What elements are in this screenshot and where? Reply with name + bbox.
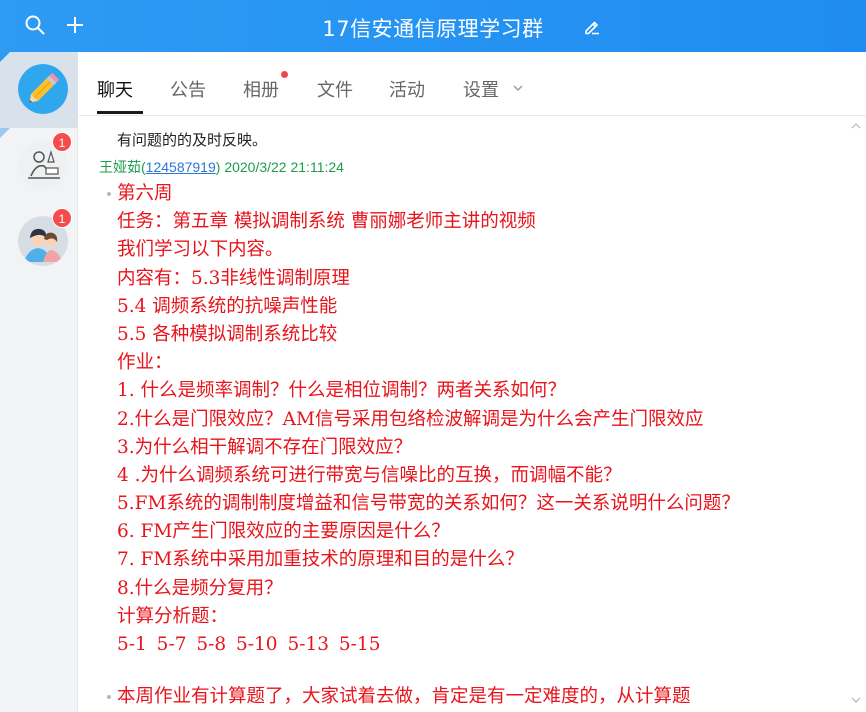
tab-chat[interactable]: 聊天 — [97, 76, 133, 102]
tab-settings[interactable]: 设置 — [463, 76, 499, 102]
tab-announcements[interactable]: 公告 — [170, 76, 206, 102]
tab-bar: 聊天 公告 相册 文件 活动 设置 — [79, 52, 866, 116]
message-line: 作业： — [117, 352, 173, 374]
message-line: 8.什么是频分复用？ — [117, 577, 283, 599]
title-bar: 17信安通信原理学习群 — [0, 0, 866, 52]
conversation-current-group[interactable] — [0, 52, 78, 128]
pencil-icon — [18, 64, 68, 114]
chevron-down-icon[interactable] — [512, 82, 524, 94]
message-line: 5.4 调频系统的抗噪声性能 — [117, 295, 338, 317]
window-title: 17信安通信原理学习群 — [322, 17, 544, 41]
message-line: 内容有：5.3非线性调制原理 — [117, 267, 350, 289]
clipped-previous-sender — [99, 117, 279, 121]
active-corner-marker — [0, 52, 10, 62]
conversation-2[interactable]: 1 — [0, 128, 78, 204]
next-message-text: 本周作业有计算题了，大家试着去做，肯定是有一定难度的，从计算题 — [117, 686, 691, 707]
message-line: 任务：第五章 模拟调制系统 曹丽娜老师主讲的视频 — [117, 211, 536, 233]
corner-marker — [0, 128, 10, 138]
message-area[interactable]: 有问题的的及时反映。 王娅茹(124587919) 2020/3/22 21:1… — [79, 117, 866, 712]
conversation-3[interactable]: 1 — [0, 204, 78, 280]
sender-qq-link[interactable]: 124587919 — [146, 159, 216, 175]
message-sender: 王娅茹(124587919) 2020/3/22 21:11:24 — [99, 159, 344, 175]
tab-files[interactable]: 文件 — [317, 76, 353, 102]
message-line: 6. FM产生门限效应的主要原因是什么？ — [117, 521, 450, 543]
unread-badge: 1 — [52, 132, 72, 152]
unread-badge: 1 — [52, 208, 72, 228]
message-line: 2.什么是门限效应？AM信号采用包络检波解调是为什么会产生门限效应 — [117, 408, 704, 430]
message-bullet — [107, 695, 111, 699]
message-line: 4 .为什么调频系统可进行带宽与信噪比的互换，而调幅不能？ — [117, 464, 622, 486]
message-line: 5-1 5-7 5-8 5-10 5-13 5-15 — [117, 634, 381, 656]
tab-album[interactable]: 相册 — [243, 76, 279, 102]
message-line: 1. 什么是频率调制？什么是相位调制？两者关系如何？ — [117, 380, 567, 402]
message-bullet — [107, 192, 111, 196]
message-line: 计算分析题： — [117, 605, 229, 627]
message-line: 5.5 各种模拟调制系统比较 — [117, 323, 338, 345]
message-line: 3.为什么相干解调不存在门限效应？ — [117, 436, 413, 458]
previous-message-text: 有问题的的及时反映。 — [117, 131, 268, 149]
message-line: 7. FM系统中采用加重技术的原理和目的是什么？ — [117, 549, 524, 571]
sender-name: 王娅茹 — [99, 159, 141, 175]
message-line: 第六周 — [117, 183, 173, 204]
message-line: 我们学习以下内容。 — [117, 239, 284, 261]
active-tab-indicator — [97, 111, 143, 114]
message-timestamp: 2020/3/22 21:11:24 — [224, 159, 344, 175]
edit-icon[interactable] — [583, 18, 601, 36]
scroll-up-icon[interactable] — [850, 120, 862, 132]
conversation-list: 1 1 — [0, 52, 78, 712]
tab-activities[interactable]: 活动 — [389, 76, 425, 102]
new-indicator-dot — [281, 71, 288, 78]
message-line: 5.FM系统的调制制度增益和信号带宽的关系如何？这一关系说明什么问题？ — [117, 493, 740, 515]
message-body: 第六周 任务：第五章 模拟调制系统 曹丽娜老师主讲的视频 我们学习以下内容。 内… — [117, 180, 837, 659]
scroll-down-icon[interactable] — [850, 694, 862, 706]
